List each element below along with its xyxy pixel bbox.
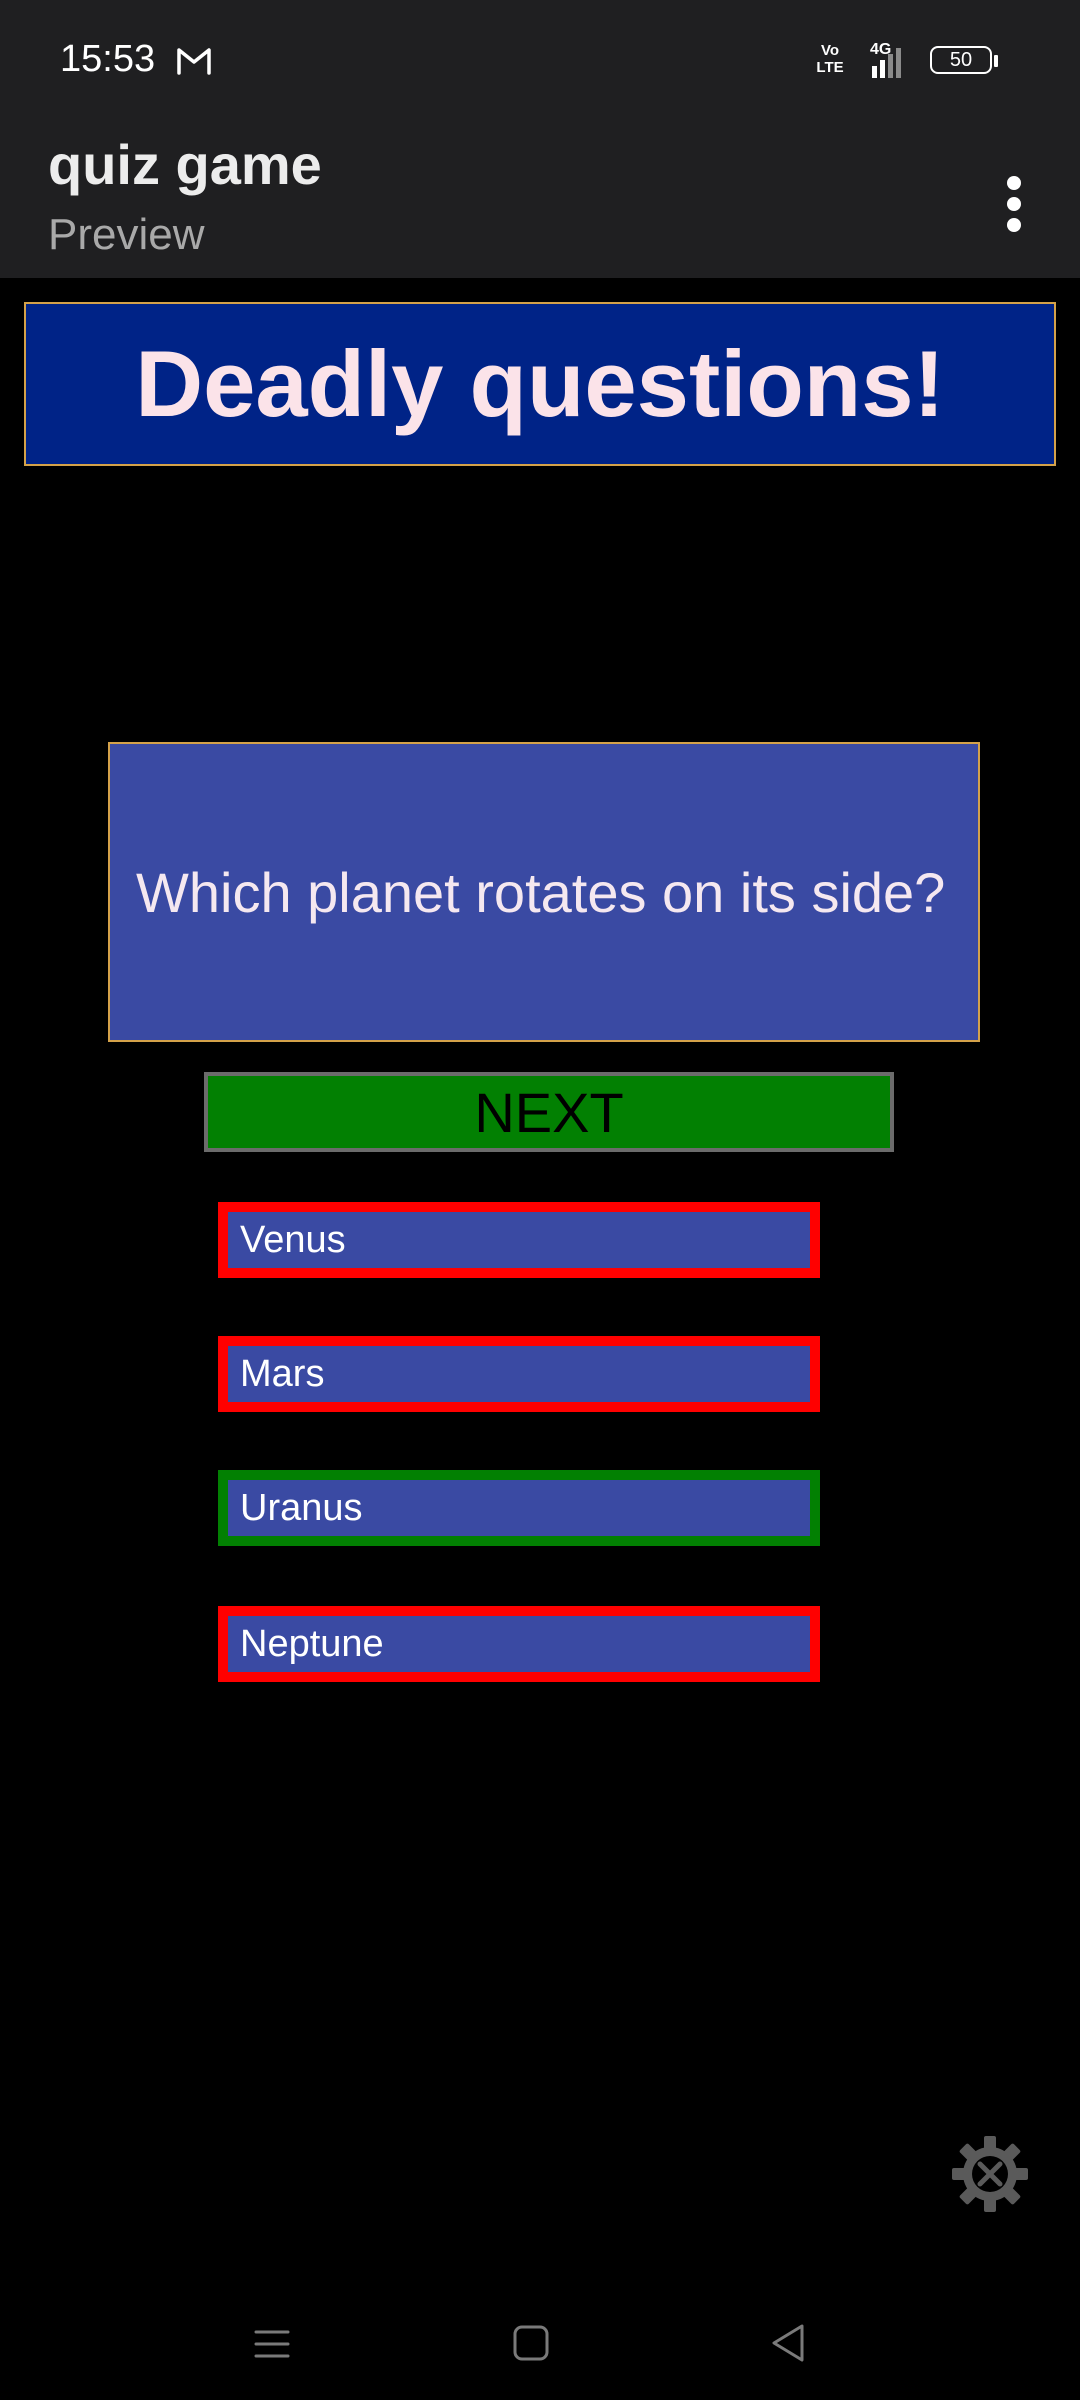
next-button[interactable]: NEXT	[204, 1072, 894, 1152]
navigation-bar	[0, 2290, 1080, 2400]
volte-icon: Vo LTE	[816, 42, 844, 80]
volte-line2: LTE	[816, 59, 844, 76]
signal-icon: 4G	[870, 41, 901, 78]
app-title: quiz game	[48, 133, 322, 196]
settings-gear-icon[interactable]	[950, 2134, 1030, 2214]
status-time: 15:53	[60, 38, 156, 80]
app-bar: quiz game Preview	[0, 124, 1080, 278]
title-banner: Deadly questions!	[24, 302, 1056, 466]
question-text: Which planet rotates on its side?	[136, 861, 946, 924]
home-icon[interactable]	[512, 2324, 550, 2362]
volte-line1: Vo	[820, 42, 840, 59]
answer-option-uranus[interactable]: Uranus	[218, 1470, 820, 1546]
screen: 15:53 Vo LTE 4G 50 quiz game Preview Dea…	[0, 0, 1080, 2400]
question-box: Which planet rotates on its side?	[108, 742, 980, 1042]
battery-level: 50	[930, 46, 992, 74]
gmail-icon	[177, 48, 211, 75]
answer-option-mars[interactable]: Mars	[218, 1336, 820, 1412]
banner-text: Deadly questions!	[135, 331, 945, 436]
battery-cap	[994, 55, 998, 67]
status-bar: 15:53 Vo LTE 4G 50	[0, 0, 1080, 124]
menu-icon[interactable]	[252, 2324, 292, 2364]
back-icon[interactable]	[768, 2322, 808, 2364]
battery-icon: 50	[930, 46, 1002, 78]
answer-option-venus[interactable]: Venus	[218, 1202, 820, 1278]
app-subtitle: Preview	[48, 210, 205, 259]
answer-option-neptune[interactable]: Neptune	[218, 1606, 820, 1682]
more-vertical-icon[interactable]	[990, 168, 1038, 240]
